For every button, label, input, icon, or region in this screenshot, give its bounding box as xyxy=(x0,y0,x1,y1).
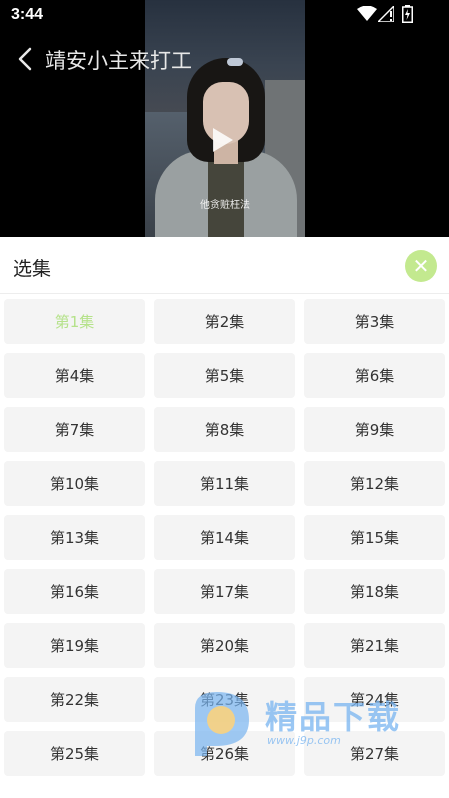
episode-button[interactable]: 第15集 xyxy=(304,515,445,560)
episode-button[interactable]: 第9集 xyxy=(304,407,445,452)
episode-panel-title: 选集 xyxy=(13,258,52,280)
episode-button[interactable]: 第27集 xyxy=(304,731,445,776)
episode-button[interactable]: 第2集 xyxy=(154,299,295,344)
episode-button[interactable]: 第24集 xyxy=(304,677,445,722)
episode-button[interactable]: 第19集 xyxy=(4,623,145,668)
episode-button[interactable]: 第7集 xyxy=(4,407,145,452)
video-title: 靖安小主来打工 xyxy=(45,49,192,73)
battery-icon xyxy=(402,5,413,23)
status-time: 3:44 xyxy=(11,6,44,23)
episode-button[interactable]: 第4集 xyxy=(4,353,145,398)
status-bar: 3:44 xyxy=(0,0,449,30)
close-button[interactable]: ✕ xyxy=(405,250,437,282)
episode-button[interactable]: 第22集 xyxy=(4,677,145,722)
episode-button[interactable]: 第12集 xyxy=(304,461,445,506)
video-frame[interactable]: 他贪赃枉法 xyxy=(145,0,305,237)
episode-button[interactable]: 第13集 xyxy=(4,515,145,560)
close-icon: ✕ xyxy=(412,254,430,278)
episode-button[interactable]: 第8集 xyxy=(154,407,295,452)
back-arrow-icon[interactable] xyxy=(16,47,34,71)
signal-icon xyxy=(378,6,394,22)
episode-button[interactable]: 第6集 xyxy=(304,353,445,398)
episode-button[interactable]: 第16集 xyxy=(4,569,145,614)
episode-button[interactable]: 第11集 xyxy=(154,461,295,506)
episode-button[interactable]: 第3集 xyxy=(304,299,445,344)
episode-button[interactable]: 第14集 xyxy=(154,515,295,560)
episode-button[interactable]: 第25集 xyxy=(4,731,145,776)
video-subtitle: 他贪赃枉法 xyxy=(200,200,250,211)
episode-button[interactable]: 第20集 xyxy=(154,623,295,668)
episode-button[interactable]: 第21集 xyxy=(304,623,445,668)
wifi-icon xyxy=(357,6,377,21)
episode-button[interactable]: 第17集 xyxy=(154,569,295,614)
episode-panel: 选集 ✕ 第1集 第2集 第3集第4集 第5集 第6集第7集 第8集 第9集第10集 第11集… xyxy=(0,237,449,798)
episode-button[interactable]: 第1集 xyxy=(4,299,145,344)
episode-button[interactable]: 第18集 xyxy=(304,569,445,614)
episode-button[interactable]: 第26集 xyxy=(154,731,295,776)
episode-panel-header: 选集 ✕ xyxy=(0,237,449,294)
video-player[interactable]: 他贪赃枉法 3:44 靖安小主来打工 xyxy=(0,0,449,237)
episode-button[interactable]: 第5集 xyxy=(154,353,295,398)
episode-button[interactable]: 第23集 xyxy=(154,677,295,722)
play-icon[interactable] xyxy=(213,128,233,152)
episode-button[interactable]: 第10集 xyxy=(4,461,145,506)
video-person-hairpin xyxy=(227,58,243,66)
